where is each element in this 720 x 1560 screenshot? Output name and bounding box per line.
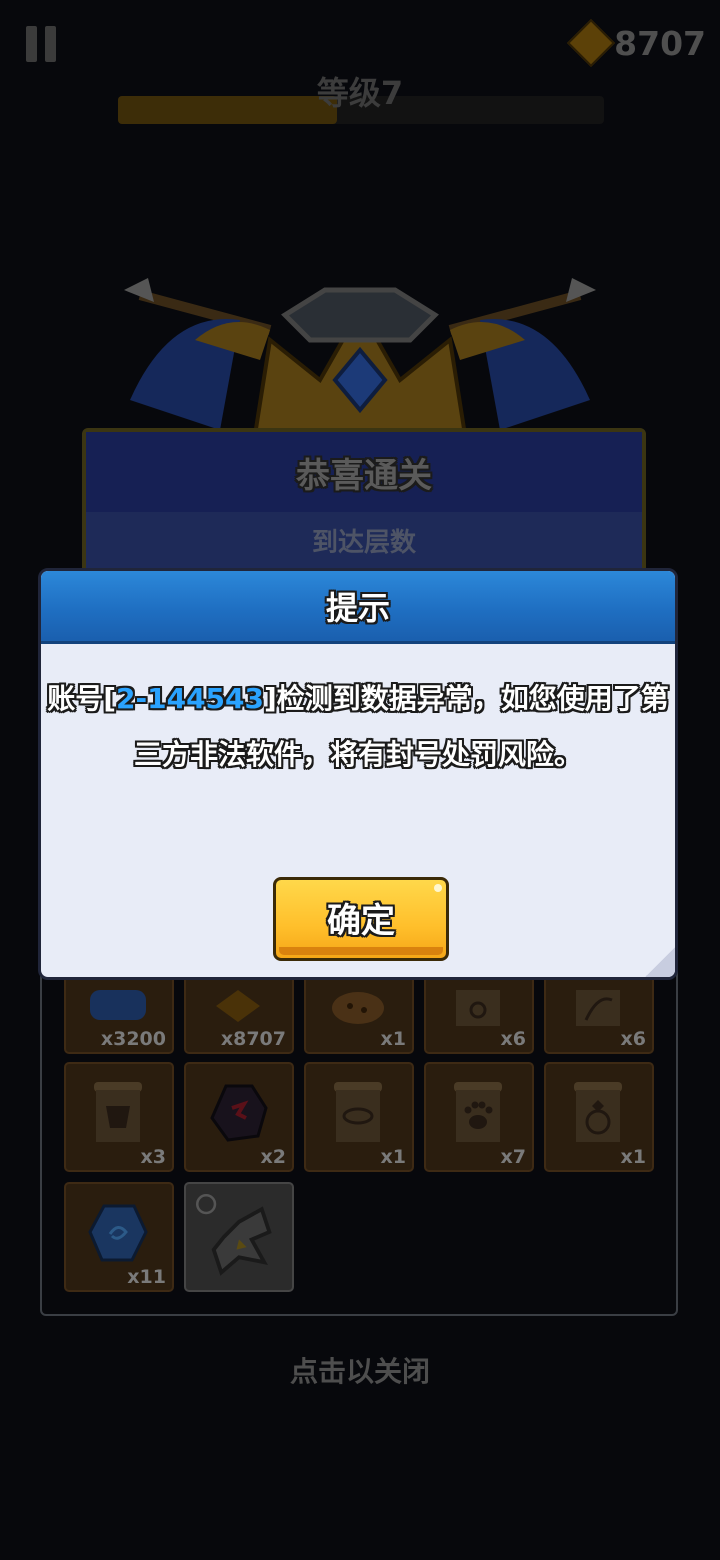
reward-slot: [184, 1182, 294, 1292]
gem-count: 8707: [614, 23, 706, 63]
dialog-message: 账号[2-144543]检测到数据异常，如您使用了第 三方非法软件，将有封号处罚…: [41, 671, 675, 783]
reward-slot: x7: [424, 1062, 534, 1172]
gem-icon: [567, 18, 616, 68]
reward-qty: x3: [140, 1146, 166, 1168]
reward-qty: x1: [380, 1028, 406, 1050]
dialog-message-line-1: 账号[2-144543]检测到数据异常，如您使用了第: [45, 671, 671, 727]
reward-qty: x2: [260, 1146, 286, 1168]
shuriken-weapon-icon: [196, 1194, 272, 1276]
button-shine: [434, 884, 442, 892]
paw-scroll-icon: [454, 1082, 502, 1142]
reward-qty: x6: [620, 1028, 646, 1050]
result-title: 恭喜通关: [86, 432, 642, 512]
confirm-button-label: 确定: [327, 900, 395, 941]
reward-qty: x1: [380, 1146, 406, 1168]
dialog-corner-curl: [645, 947, 675, 977]
reward-slot: x1: [304, 1062, 414, 1172]
message-suffix: ]检测到数据异常，如您使用了第: [264, 682, 669, 715]
reward-qty: x6: [500, 1028, 526, 1050]
pause-icon[interactable]: [26, 26, 60, 62]
ring-scroll-icon: [574, 1082, 622, 1142]
message-prefix: 账号[: [47, 682, 116, 715]
reward-qty: x3200: [100, 1028, 166, 1050]
dialog-message-line-2: 三方非法软件，将有封号处罚风险。: [133, 738, 582, 771]
reward-slot: x11: [64, 1182, 174, 1292]
belt-scroll-icon: [334, 1082, 382, 1142]
result-subtitle: 到达层数: [311, 528, 416, 558]
dialog-title: 提示: [325, 589, 390, 627]
tap-to-close-label[interactable]: 点击以关闭: [0, 1350, 720, 1390]
red-rune-stone-icon: [210, 1084, 268, 1142]
reward-slot: x3: [64, 1062, 174, 1172]
reward-slot: x1: [544, 1062, 654, 1172]
account-id: 2-144543: [116, 682, 264, 715]
armor-scroll-icon: [94, 1082, 142, 1142]
alert-dialog: 提示 账号[2-144543]检测到数据异常，如您使用了第 三方非法软件，将有封…: [38, 568, 678, 980]
blue-crystal-icon: [88, 1204, 148, 1262]
confirm-button[interactable]: 确定: [273, 877, 449, 961]
level-title: 等级7: [316, 74, 404, 112]
gem-counter: 8707: [567, 18, 706, 68]
crown-emblem-icon: [124, 278, 596, 437]
reward-qty: x1: [620, 1146, 646, 1168]
reward-qty: x11: [127, 1266, 166, 1288]
dialog-header: 提示: [41, 571, 675, 644]
reward-slot: x2: [184, 1062, 294, 1172]
reward-qty: x8707: [220, 1028, 286, 1050]
reward-qty: x7: [500, 1146, 526, 1168]
